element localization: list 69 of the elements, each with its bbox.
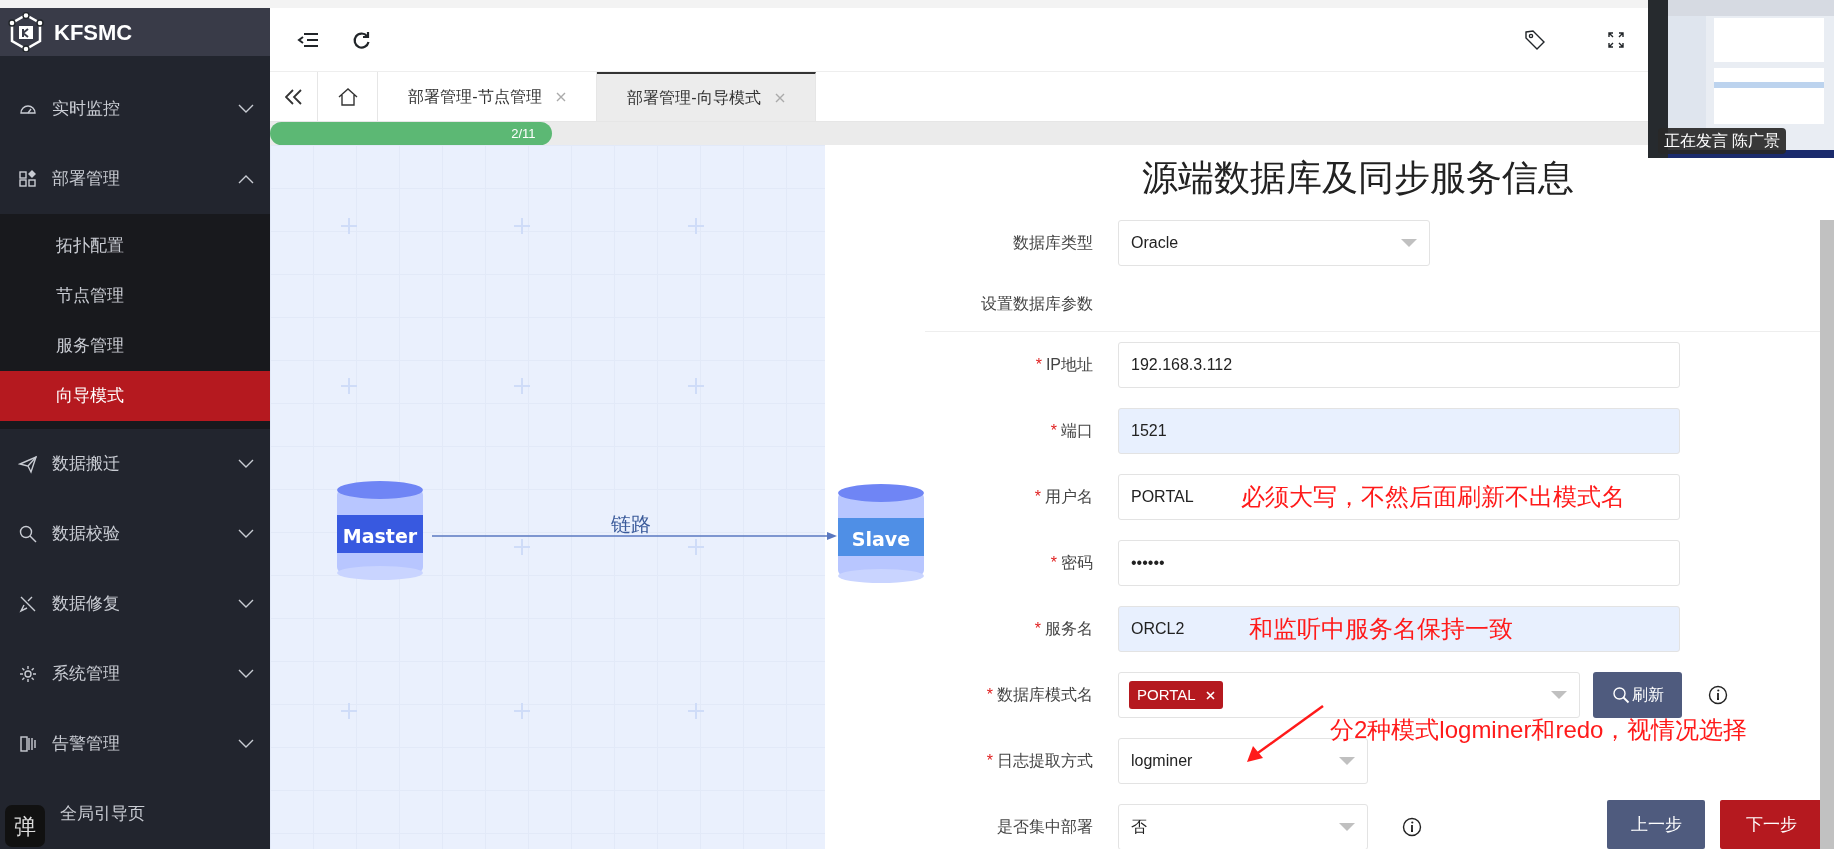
refresh-button[interactable]: 刷新: [1593, 672, 1682, 718]
back-button[interactable]: 上一步: [1607, 800, 1705, 849]
field-label: * 密码: [1049, 553, 1094, 573]
fullscreen-icon[interactable]: [1608, 31, 1624, 48]
node-label: Master: [342, 525, 418, 547]
annotation-text: 分2种模式logminer和redo，视情况选择: [1330, 719, 1748, 741]
menu-icon: [18, 664, 38, 684]
sidebar-item[interactable]: 告警管理: [0, 709, 270, 779]
sidebar-item[interactable]: 全局引导页: [52, 801, 145, 827]
sidebar-item[interactable]: 数据修复: [0, 569, 270, 639]
logo-text: KFSMC: [54, 18, 133, 47]
tab-label[interactable]: 部署管理-向导模式: [627, 85, 761, 110]
annotation-text: 必须大写，不然后面刷新不出模式名: [1241, 486, 1625, 508]
sidebar-item[interactable]: 部署管理: [0, 144, 270, 214]
home-icon: [337, 87, 358, 106]
caret-icon: [1339, 823, 1355, 831]
section-label: 设置数据库参数: [980, 293, 1094, 314]
submenu-item[interactable]: 向导模式: [0, 371, 270, 421]
node-label: Slave: [851, 528, 911, 550]
annotation-text: 和监听中服务名保持一致: [1249, 618, 1513, 640]
field-label: 是否集中部署: [996, 817, 1094, 837]
form-title: 源端数据库及同步服务信息: [1140, 155, 1575, 200]
sidebar-item[interactable]: 系统管理: [0, 639, 270, 709]
select-field[interactable]: Oracle: [1118, 220, 1430, 266]
caret-icon: [1339, 757, 1355, 765]
menu-icon: [18, 594, 38, 614]
link-label: 链路: [611, 512, 651, 536]
field-label: * IP地址: [1034, 355, 1094, 375]
caret-icon: [1551, 691, 1567, 699]
caret-icon: [1401, 239, 1417, 247]
sidebar-item[interactable]: 实时监控: [0, 74, 270, 144]
progress-label: 2/11: [511, 124, 536, 143]
field-label: * 端口: [1049, 421, 1094, 441]
menu-fold-icon[interactable]: [297, 30, 319, 49]
tab[interactable]: 部署管理-向导模式: [597, 72, 816, 121]
sidebar-item[interactable]: 数据校验: [0, 499, 270, 569]
tag-icon[interactable]: [1524, 28, 1546, 51]
menu-icon: [18, 524, 38, 544]
tag-chip[interactable]: PORTAL: [1129, 680, 1223, 710]
collapse-icon[interactable]: [284, 88, 303, 105]
input-field[interactable]: ••••••: [1118, 540, 1680, 586]
sidebar-item[interactable]: 数据搬迁: [0, 429, 270, 499]
select-field[interactable]: 否: [1118, 804, 1368, 849]
multi-select-field[interactable]: PORTAL: [1118, 672, 1580, 718]
field-label: * 数据库模式名: [985, 685, 1094, 705]
submenu-item[interactable]: 服务管理: [0, 321, 270, 371]
input-field[interactable]: ORCL2 和监听中服务名保持一致: [1118, 606, 1680, 652]
scrollbar-thumb[interactable]: [1820, 220, 1834, 849]
tab-label[interactable]: 部署管理-节点管理: [408, 84, 542, 109]
logo-icon: [8, 12, 44, 52]
input-field[interactable]: PORTAL 必须大写，不然后面刷新不出模式名: [1118, 474, 1680, 520]
speaker-caption: 正在发言 陈广景: [1658, 128, 1787, 154]
field-label: * 日志提取方式: [985, 751, 1094, 771]
menu-icon: [18, 169, 38, 189]
field-label: * 用户名: [1033, 487, 1094, 507]
search-icon: [1611, 686, 1630, 704]
field-label: * 服务名: [1033, 619, 1094, 639]
submenu-item[interactable]: 拓扑配置: [0, 221, 270, 271]
floating-widget[interactable]: 弹: [5, 805, 45, 847]
menu-icon: [18, 454, 38, 474]
database-icon: [838, 484, 924, 583]
refresh-icon[interactable]: [351, 29, 371, 50]
next-button[interactable]: 下一步: [1720, 800, 1822, 849]
database-icon: [337, 481, 423, 580]
field-label: 数据库类型: [1012, 233, 1094, 253]
menu-icon: [18, 734, 38, 754]
input-field[interactable]: 1521: [1118, 408, 1680, 454]
submenu-item[interactable]: 节点管理: [0, 271, 270, 321]
input-field[interactable]: 192.168.3.112: [1118, 342, 1680, 388]
